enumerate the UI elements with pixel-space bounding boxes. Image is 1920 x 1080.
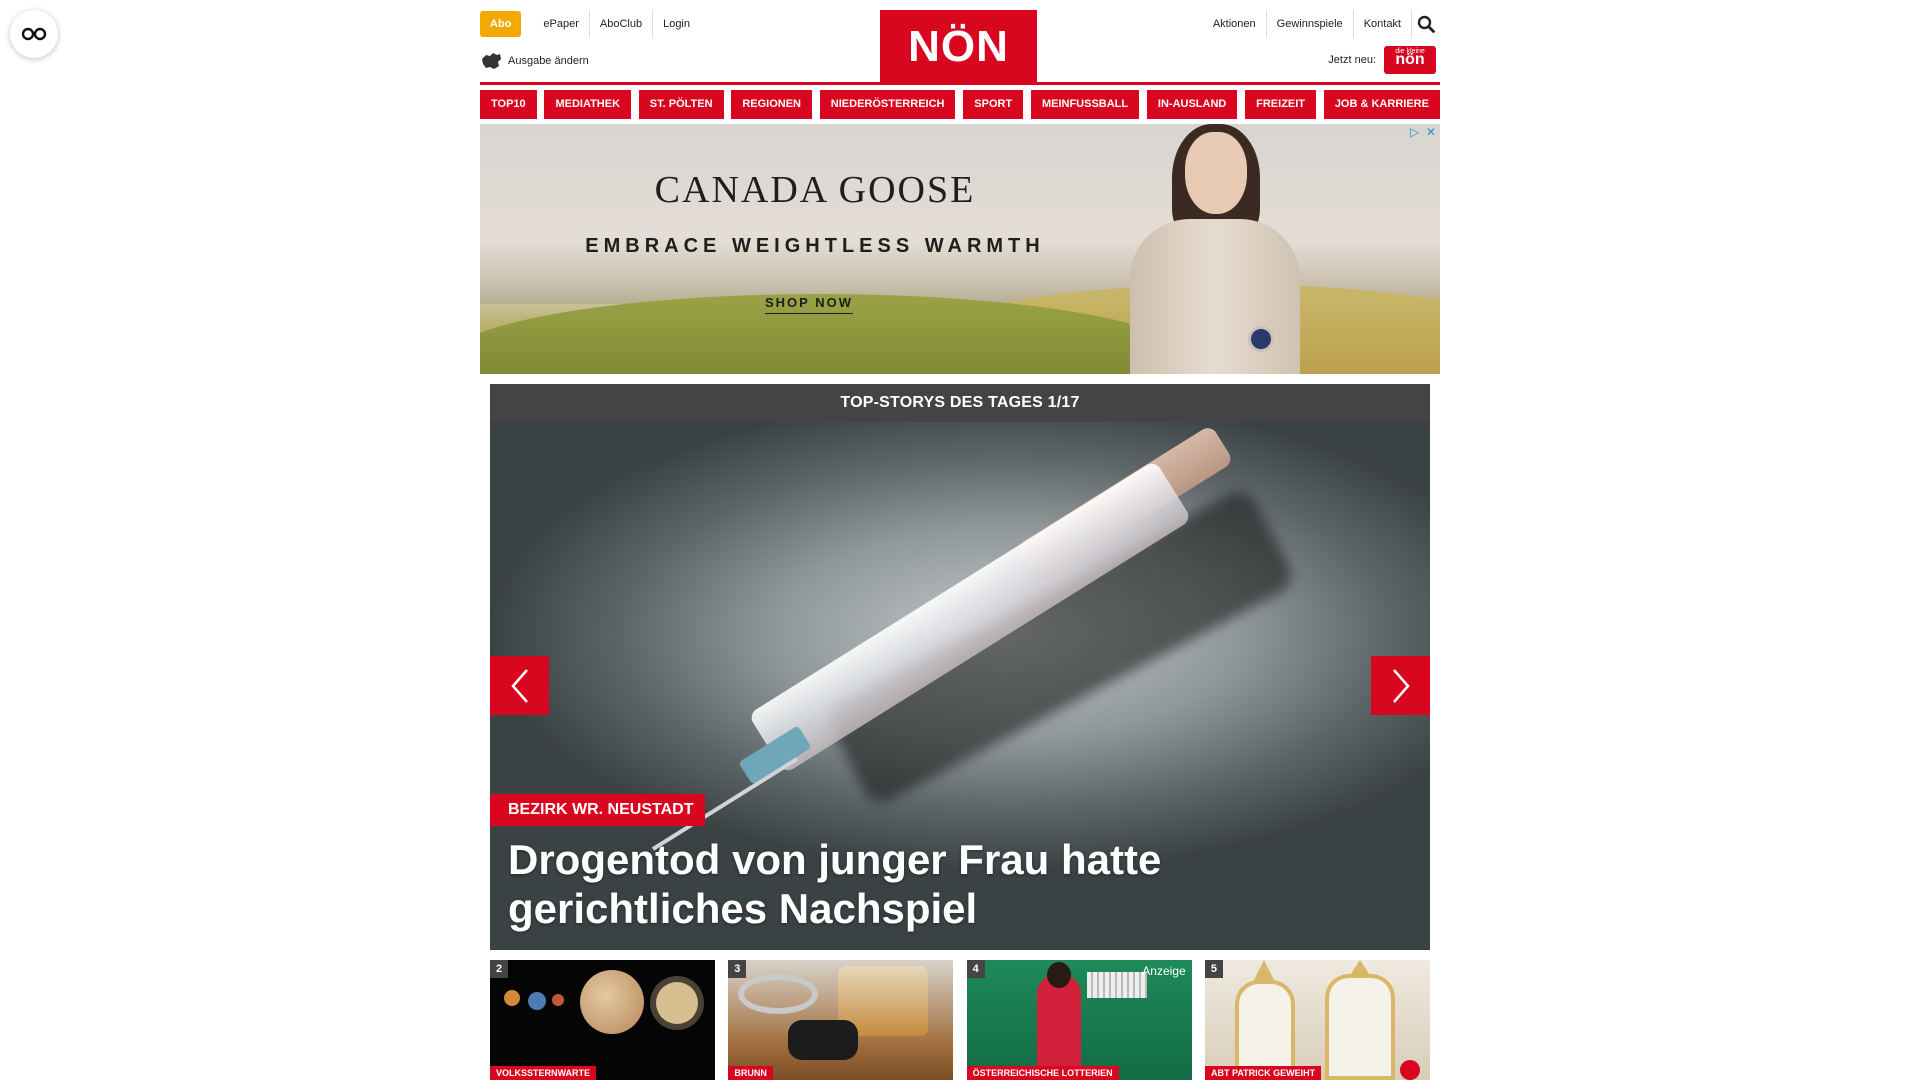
abo-button[interactable]: Abo — [480, 11, 522, 37]
ad-brand: CANADA GOOSE — [654, 169, 976, 211]
header-divider — [480, 82, 1440, 85]
accessibility-button[interactable] — [10, 10, 58, 58]
thumb-planet — [528, 992, 546, 1010]
slider-prev-button[interactable] — [490, 656, 549, 715]
thumb-presenter — [1036, 974, 1081, 1080]
thumb-category: ABT PATRICK GEWEIHT — [1204, 1066, 1322, 1080]
glasses-icon — [21, 27, 47, 41]
nav-item-in-ausland[interactable]: IN-AUSLAND — [1146, 90, 1238, 119]
nav-item-sport[interactable]: SPORT — [963, 90, 1024, 119]
thumb-number: 4 — [966, 960, 985, 978]
top-stories-header: TOP-STORYS DES TAGES 1/17 — [490, 384, 1430, 422]
aboclub-link[interactable]: AboClub — [588, 10, 652, 38]
story-thumb-2[interactable]: 2 VOLKSSTERNWARTE — [490, 960, 715, 1080]
login-link[interactable]: Login — [652, 10, 700, 38]
thumb-planet — [504, 990, 520, 1006]
top-nav-left: Abo ePaper AboClub Login — [480, 10, 700, 38]
slider-next-button[interactable] — [1371, 656, 1430, 715]
jetzt-neu-label: Jetzt neu: — [1328, 54, 1376, 66]
thumb-bishop — [1234, 980, 1295, 1080]
chevron-left-icon — [510, 668, 528, 703]
nav-item-niederoesterreich[interactable]: NIEDERÖSTERREICH — [819, 90, 956, 119]
thumb-category: ÖSTERREICHISCHE LOTTERIEN — [966, 1066, 1119, 1080]
nav-item-st-poelten[interactable]: ST. PÖLTEN — [638, 90, 724, 119]
story-thumb-3[interactable]: 3 BRUNN — [728, 960, 954, 1080]
adchoices-icon[interactable]: ▷ — [1410, 126, 1422, 138]
ad-choices[interactable]: ▷ ✕ — [1410, 126, 1438, 138]
thumb-number: 2 — [490, 960, 508, 978]
ad-tagline: EMBRACE WEIGHTLESS WARMTH — [585, 235, 1045, 257]
thumb-number: 3 — [728, 960, 747, 978]
kontakt-link[interactable]: Kontakt — [1354, 10, 1412, 38]
story-thumbnails: 2 VOLKSSTERNWARTE 3 BRUNN 4 Anzeige ÖSTE… — [490, 960, 1430, 1080]
ad-brand-patch — [1248, 326, 1274, 352]
thumb-handcuffs — [738, 974, 819, 1014]
nav-item-mediathek[interactable]: MEDIATHEK — [544, 90, 632, 119]
thumb-presenter-head — [1046, 962, 1071, 988]
ad-badge: Anzeige — [1142, 964, 1186, 978]
thumb-planet-saturn — [656, 982, 698, 1024]
main-nav: TOP10 MEDIATHEK ST. PÖLTEN REGIONEN NIED… — [480, 90, 1440, 119]
story-thumb-5[interactable]: 5 ABT PATRICK GEWEIHT — [1204, 960, 1430, 1080]
camera-icon — [1399, 1060, 1420, 1080]
thumb-category: VOLKSSTERNWARTE — [490, 1066, 597, 1080]
search-icon — [1417, 15, 1435, 33]
thumb-category: BRUNN — [728, 1066, 773, 1080]
ad-model-image — [1130, 124, 1300, 374]
edition-selector[interactable]: Ausgabe ändern — [480, 50, 589, 72]
top-nav-right: Aktionen Gewinnspiele Kontakt — [1203, 10, 1440, 38]
gewinnspiele-link[interactable]: Gewinnspiele — [1267, 10, 1354, 38]
ad-close-icon[interactable]: ✕ — [1426, 126, 1438, 138]
edition-label: Ausgabe ändern — [508, 55, 589, 67]
ad-model-coat — [1130, 219, 1300, 374]
thumb-car-key — [788, 1020, 859, 1060]
ad-model-face — [1185, 132, 1247, 214]
thumb-bishop — [1324, 974, 1395, 1080]
nav-item-top10[interactable]: TOP10 — [480, 90, 537, 119]
nav-item-regionen[interactable]: REGIONEN — [731, 90, 813, 119]
aktionen-link[interactable]: Aktionen — [1203, 10, 1267, 38]
search-button[interactable] — [1412, 10, 1440, 38]
thumb-planet-jupiter — [580, 970, 644, 1034]
chevron-right-icon — [1392, 668, 1410, 703]
jetzt-neu: Jetzt neu: die kleine nön — [1328, 46, 1436, 74]
ad-shop-now[interactable]: SHOP NOW — [765, 295, 853, 314]
region-map-icon — [482, 53, 501, 69]
ad-banner[interactable]: CANADA GOOSE EMBRACE WEIGHTLESS WARMTH S… — [480, 124, 1440, 374]
page: Abo ePaper AboClub Login Aktionen Gewinn… — [480, 0, 1440, 1080]
kleine-noen-logo[interactable]: die kleine nön — [1384, 46, 1436, 74]
nav-item-meinfussball[interactable]: MEINFUSSBALL — [1030, 90, 1140, 119]
kleine-noen-logo-small: die kleine — [1395, 48, 1425, 55]
thumb-number: 5 — [1204, 960, 1223, 978]
nav-item-freizeit[interactable]: FREIZEIT — [1245, 90, 1317, 119]
top-story-title[interactable]: Drogentod von junger Frau hatte gerichtl… — [508, 835, 1368, 933]
epaper-link[interactable]: ePaper — [533, 10, 588, 38]
thumb-lotto-board — [1086, 972, 1147, 998]
top-story-category[interactable]: BEZIRK WR. NEUSTADT — [490, 794, 706, 826]
site-logo[interactable]: NÖN — [880, 10, 1037, 83]
nav-item-job-karriere[interactable]: JOB & KARRIERE — [1323, 90, 1440, 119]
thumb-planet — [552, 994, 564, 1006]
story-thumb-4[interactable]: 4 Anzeige ÖSTERREICHISCHE LOTTERIEN — [966, 960, 1192, 1080]
